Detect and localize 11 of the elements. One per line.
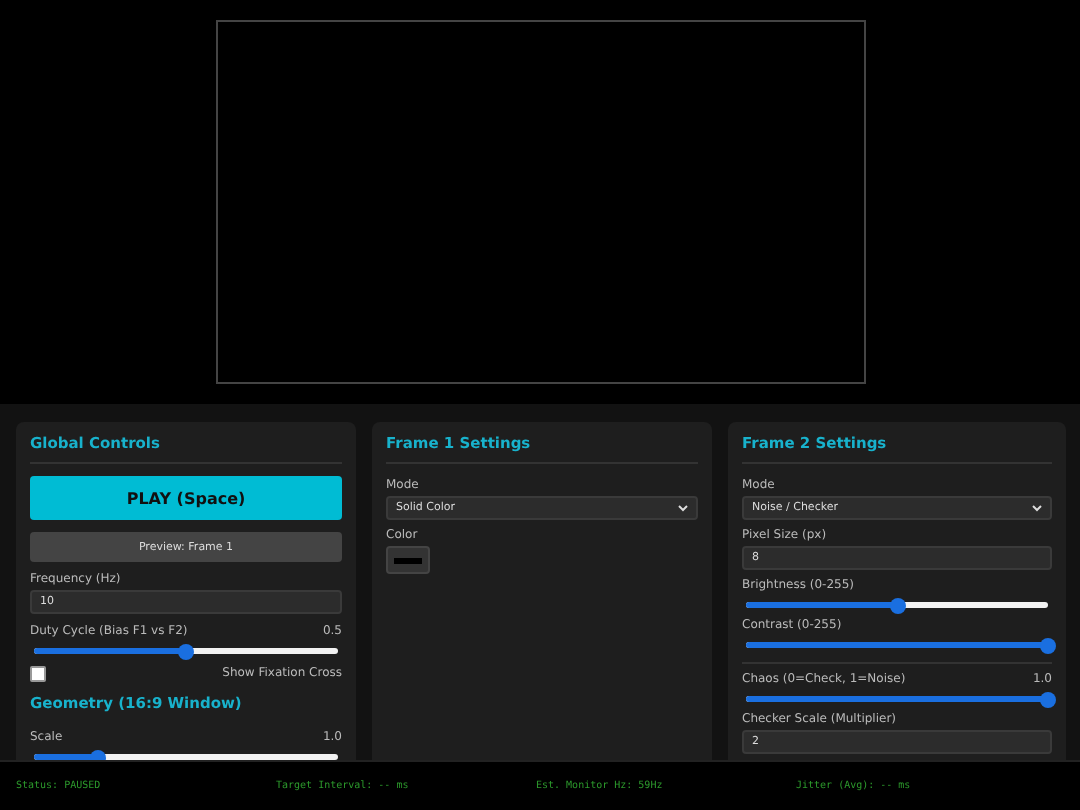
slider-thumb[interactable] [178, 643, 194, 659]
checkbox[interactable] [30, 665, 46, 681]
play-button[interactable]: PLAY (Space) [30, 476, 342, 520]
slider-thumb[interactable] [889, 597, 905, 613]
slider-thumb[interactable] [1040, 637, 1056, 653]
color-picker[interactable] [386, 546, 430, 574]
slider-thumb[interactable] [1040, 691, 1056, 707]
slider[interactable] [746, 602, 1048, 608]
slider[interactable] [34, 648, 338, 654]
chevron-down-icon [678, 504, 688, 512]
chevron-down-icon [1032, 504, 1042, 512]
